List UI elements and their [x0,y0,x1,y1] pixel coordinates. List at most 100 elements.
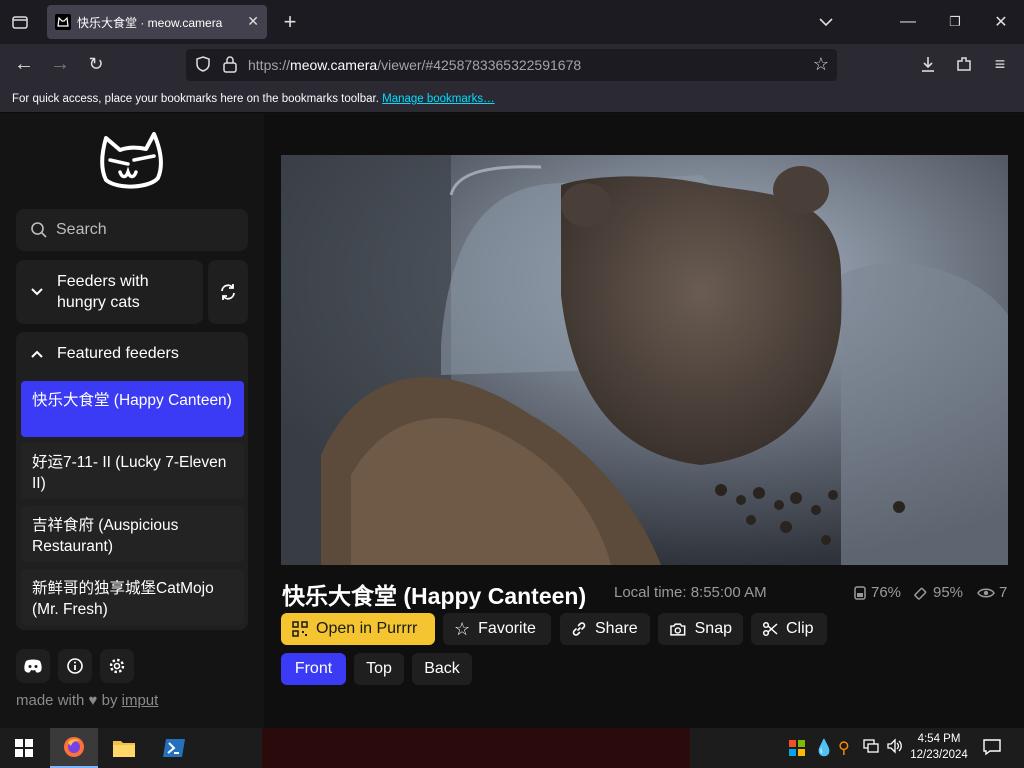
new-tab-icon[interactable]: + [276,8,304,36]
powershell-icon[interactable] [150,728,198,768]
feeder-title: 快乐大食堂 (Happy Canteen) [282,583,587,609]
refresh-icon [221,284,235,300]
snap-button[interactable]: Snap [658,613,743,645]
food-level-stat: 76% [853,584,901,601]
snap-label: Snap [694,620,732,637]
window-close-icon[interactable]: ✕ [987,8,1015,36]
firefox-taskbar-icon[interactable] [50,728,98,768]
discord-icon [24,659,42,673]
local-time: Local time: 8:55:00 AM [614,584,767,601]
close-tab-icon[interactable]: ✕ [247,13,259,30]
chevron-down-icon [31,288,43,296]
url-path: /viewer/#4258783365322591678 [377,57,582,73]
list-all-tabs-icon[interactable] [812,8,840,36]
hungry-feeders-label: Feeders with hungry cats [57,273,149,311]
search-input[interactable]: Search [16,209,248,251]
made-with-text: made with [16,692,85,709]
search-icon [31,222,47,238]
chevron-up-icon [31,350,43,358]
url-host: meow.camera [290,57,378,73]
share-label: Share [595,620,638,637]
network-icon[interactable] [862,738,880,759]
made-with-credit: made with ♥ by imput [16,692,158,709]
feeder-label: 好运7-11- II (Lucky 7-Eleven II) [32,454,227,492]
extensions-icon[interactable] [950,50,978,78]
clock-date: 12/23/2024 [910,749,968,761]
maximize-icon[interactable]: ❐ [941,8,969,36]
url-text[interactable]: https://meow.camera/viewer/#425878336532… [248,57,581,73]
author-link[interactable]: imput [122,692,159,709]
clock-time: 4:54 PM [917,733,961,745]
share-button[interactable]: Share [560,613,650,645]
lock-icon[interactable] [222,55,238,78]
battery-icon [914,587,927,600]
bookmarks-bar: For quick access, place your bookmarks h… [0,86,1024,113]
favorite-label: Favorite [478,620,536,637]
info-icon [67,658,83,674]
tab-title: 快乐大食堂 · meow.camera [77,15,223,30]
feeder-label: 吉祥食府 (Auspicious Restaurant) [32,517,179,555]
url-prefix: https:// [248,57,291,73]
windows-start-icon[interactable] [0,728,48,768]
featured-feeders-toggle[interactable]: Featured feeders [16,332,248,376]
feeder-label: 新鲜哥的独享城堡CatMojo (Mr. Fresh) [32,580,214,618]
viewer-count-stat: 7 [977,584,1007,601]
file-explorer-icon[interactable] [100,728,148,768]
taskbar-window-preview [262,728,690,768]
view-front-button[interactable]: Front [281,653,346,685]
star-icon[interactable]: ☆ [807,50,835,78]
discord-button[interactable] [16,649,50,683]
feeder-item-mr-fresh[interactable]: 新鲜哥的独享城堡CatMojo (Mr. Fresh) [21,569,244,625]
camera-feed[interactable] [281,155,1008,565]
viewer-count-value: 7 [999,584,1008,601]
camera-icon [670,623,686,636]
tray-app-icon[interactable] [788,739,806,757]
food-bin-icon [854,585,866,600]
shield-icon[interactable] [194,55,212,78]
feeder-item-auspicious-restaurant[interactable]: 吉祥食府 (Auspicious Restaurant) [21,506,244,562]
featured-feeders-label: Featured feeders [57,345,179,362]
cat-logo-icon[interactable] [98,130,168,194]
tray-drop-icon[interactable]: 💧 [814,738,834,758]
hungry-feeders-toggle[interactable]: Feeders with hungry cats [16,260,203,324]
search-placeholder: Search [56,221,107,238]
battery-level-value: 95% [933,584,964,601]
forward-icon[interactable]: → [46,50,74,78]
by-text: by [101,692,118,709]
share-icon [572,622,586,636]
feeder-label: 快乐大食堂 (Happy Canteen) [32,392,232,409]
heart-icon: ♥ [88,692,98,709]
view-top-button[interactable]: Top [354,653,404,685]
notifications-icon[interactable] [982,738,1002,761]
tray-search-icon[interactable]: ⚲ [838,738,850,758]
taskbar-clock[interactable]: 4:54 PM 12/23/2024 [900,731,978,763]
refresh-button[interactable] [208,260,248,324]
battery-level-stat: 95% [913,584,963,601]
view-back-button[interactable]: Back [412,653,472,685]
clip-label: Clip [786,620,814,637]
open-in-purrrr-button[interactable]: Open in Purrrr [281,613,435,645]
food-level-value: 76% [871,584,902,601]
download-icon[interactable] [914,50,942,78]
manage-bookmarks-link[interactable]: Manage bookmarks… [382,93,495,105]
star-outline-icon: ☆ [454,618,471,639]
clip-button[interactable]: Clip [751,613,827,645]
browser-tab[interactable]: 快乐大食堂 · meow.camera ✕ [47,5,267,39]
reload-icon[interactable]: ↻ [82,50,110,78]
settings-button[interactable] [100,649,134,683]
open-in-purrrr-label: Open in Purrrr [316,620,418,637]
tab-list-icon[interactable] [6,8,34,36]
minimize-icon[interactable]: — [894,8,922,36]
eye-icon [977,588,995,597]
menu-icon[interactable]: ≡ [986,50,1014,78]
feeder-item-lucky-7-eleven[interactable]: 好运7-11- II (Lucky 7-Eleven II) [21,443,244,499]
favorite-button[interactable]: ☆ Favorite [443,613,551,645]
scissors-icon [762,621,778,637]
feeder-item-happy-canteen[interactable]: 快乐大食堂 (Happy Canteen) [21,381,244,437]
back-icon[interactable]: ← [10,50,38,78]
info-button[interactable] [58,649,92,683]
qr-icon [292,621,308,637]
bookmarks-hint: For quick access, place your bookmarks h… [12,93,379,105]
cat-favicon-icon [55,14,71,30]
gear-icon [109,658,125,674]
